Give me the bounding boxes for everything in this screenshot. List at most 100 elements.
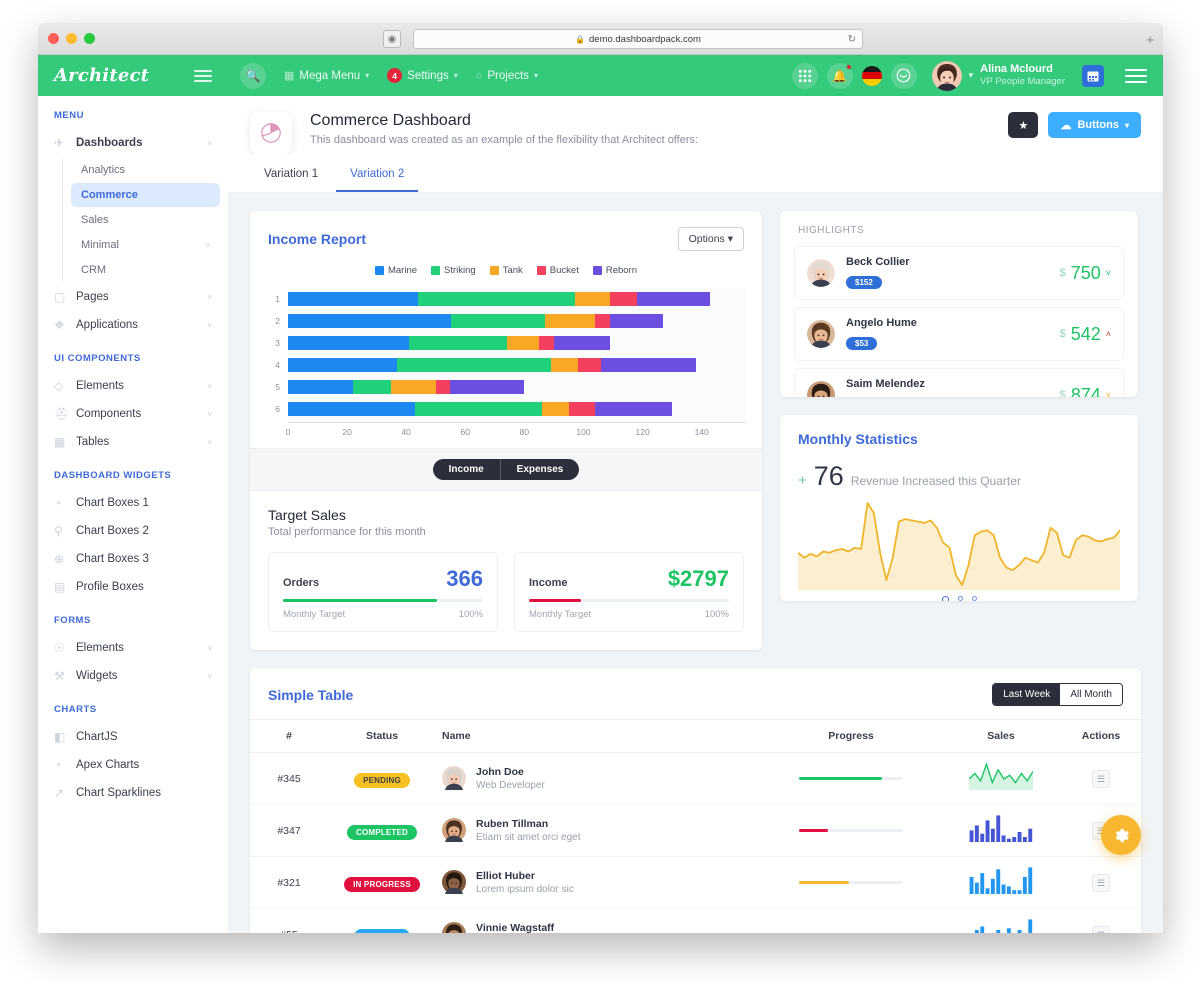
sidebar-item-apex-charts[interactable]: ◔ Apex Charts	[46, 751, 220, 779]
maximize-window-button[interactable]	[84, 33, 95, 44]
sidebar-item-pages[interactable]: ▢ Pages ˅	[46, 283, 220, 311]
page-subtitle: This dashboard was created as an example…	[310, 134, 699, 146]
smiley-icon[interactable]	[890, 62, 917, 89]
carousel-dots[interactable]	[798, 596, 1120, 601]
x-axis-tick: 20	[342, 427, 352, 437]
sidebar-item-chart-boxes-2[interactable]: ⚲ Chart Boxes 2	[46, 517, 220, 545]
legend-item-bucket[interactable]: Bucket	[536, 265, 579, 276]
avatar	[442, 766, 466, 791]
sidebar-item-tables[interactable]: ▦ Tables ˅	[46, 428, 220, 456]
sidebar-group-title: MENU	[54, 110, 84, 121]
address-bar[interactable]: 🔒 demo.dashboardpack.com ↻	[413, 29, 863, 49]
row-sales-cell	[941, 752, 1061, 805]
table-row[interactable]: #347 COMPLETED Ruben Tillman Etiam sit amet…	[250, 804, 1141, 857]
highlights-heading: HIGHLIGHTS	[798, 225, 865, 236]
main-menu-toggle[interactable]	[1125, 68, 1147, 83]
bell-icon[interactable]: 🔔	[826, 62, 853, 89]
reload-icon[interactable]: ↻	[848, 34, 856, 45]
close-window-button[interactable]	[48, 33, 59, 44]
sidebar-item-chart-sparklines[interactable]: ↗ Chart Sparklines	[46, 779, 220, 807]
sidebar-item-dashboards[interactable]: ✈ Dashboards ˄	[46, 129, 220, 157]
sidebar-item-widgets[interactable]: ⚒ Widgets ˅	[46, 662, 220, 690]
search-icon[interactable]: 🔍	[240, 62, 266, 89]
chevron-down-icon: ˅	[207, 671, 212, 681]
legend-swatch	[592, 266, 602, 275]
table-row[interactable]: #321 IN PROGRESS Elliot Huber Lorem ipsum d…	[250, 856, 1141, 909]
chart-bars: 1 2 3 4 5 6	[266, 288, 746, 420]
sidebar-collapse-button[interactable]	[194, 69, 212, 82]
currency-symbol: $	[1059, 389, 1066, 397]
highlight-item[interactable]: Beck Collier $152 $750 ˅	[794, 246, 1124, 300]
carousel-dot[interactable]	[957, 596, 963, 601]
buttons-dropdown[interactable]: ☁ Buttons ▾	[1048, 112, 1141, 138]
sidebar-item-analytics[interactable]: Analytics	[71, 158, 220, 182]
page-header: Commerce Dashboard This dashboard was cr…	[228, 96, 1163, 154]
expenses-pill[interactable]: Expenses	[499, 459, 580, 480]
sidebar-item-sales[interactable]: Sales	[71, 208, 220, 232]
monthly-statistics-value-row: + 76 Revenue Increased this Quarter	[798, 461, 1120, 492]
row-status-cell: COMPLETED	[328, 804, 436, 857]
bar-segment-striking	[450, 314, 546, 328]
plus-icon: +	[798, 472, 807, 489]
simple-table: # Status Name Progress Sales Actions #345 PEND…	[250, 719, 1141, 933]
bar-segment-marine	[288, 402, 416, 416]
highlight-item[interactable]: Saim Melendez$239 $874 ˅	[794, 368, 1124, 397]
row-actions-cell: ☰	[1061, 752, 1141, 805]
progress-fill	[799, 777, 883, 780]
row-progress-cell	[761, 908, 941, 933]
window-traffic-lights[interactable]	[48, 33, 95, 44]
highlight-item[interactable]: Angelo Hume $53 $542 ˄	[794, 307, 1124, 361]
row-status-cell: IN PROGRESS	[328, 856, 436, 909]
calendar-icon[interactable]	[1082, 64, 1104, 87]
settings-fab[interactable]	[1101, 815, 1141, 855]
trend-arrow-icon: ˄	[1105, 329, 1111, 339]
topnav-item-mega-menu[interactable]: ▦ Mega Menu ▾	[284, 69, 369, 83]
income-options-button[interactable]: Options ▾	[677, 227, 744, 251]
carousel-dot[interactable]	[941, 596, 949, 601]
minimize-window-button[interactable]	[66, 33, 77, 44]
legend-item-tank[interactable]: Tank	[489, 265, 523, 276]
legend-item-striking[interactable]: Striking	[431, 265, 476, 276]
sidebar-item-commerce[interactable]: Commerce	[71, 183, 220, 207]
sidebar-item-label: Applications	[76, 319, 139, 331]
sidebar-item-elements[interactable]: ☉ Elements ˅	[46, 634, 220, 662]
row-menu-icon[interactable]: ☰	[1092, 926, 1110, 933]
tab-variation-1[interactable]: Variation 1	[250, 154, 332, 192]
legend-item-marine[interactable]: Marine	[374, 265, 417, 276]
apps-grid-icon[interactable]	[791, 62, 818, 89]
sidebar-item-components[interactable]: ⛑ Components ˅	[46, 400, 220, 428]
star-icon[interactable]: ★	[1008, 112, 1039, 138]
income-pill[interactable]: Income	[433, 459, 500, 480]
row-menu-icon[interactable]: ☰	[1092, 770, 1110, 789]
bar-segment-bucket	[577, 358, 602, 372]
topnav-item-projects[interactable]: ○ Projects ▾	[476, 70, 538, 82]
sidebar-item-chart-boxes-1[interactable]: ◔ Chart Boxes 1	[46, 489, 220, 517]
table-row[interactable]: #55 ON HOLD Vinnie WagstaffUI Designer ☰	[250, 908, 1141, 933]
legend-item-reborn[interactable]: Reborn	[592, 265, 637, 276]
user-menu[interactable]: ▾ Alina Mclourd VP People Manager	[931, 60, 1065, 91]
table-row[interactable]: #345 PENDING John Doe Web Developer ☰	[250, 752, 1141, 805]
sidebar-item-profile-boxes[interactable]: ▤ Profile Boxes	[46, 573, 220, 601]
sidebar-item-applications[interactable]: ❖ Applications ˅	[46, 311, 220, 339]
sidebar-item-label: ChartJS	[76, 731, 118, 743]
row-menu-icon[interactable]: ☰	[1092, 874, 1110, 893]
metric-name: Orders	[283, 577, 320, 589]
tab-variation-2[interactable]: Variation 2	[336, 154, 419, 192]
row-actions-cell: ☰	[1061, 856, 1141, 909]
carousel-dot[interactable]	[971, 596, 977, 601]
sidebar-item-crm[interactable]: CRM	[71, 258, 220, 282]
sidebar-group-title: CHARTS	[54, 704, 97, 715]
table-range-last-week[interactable]: Last Week	[993, 684, 1061, 705]
shield-icon[interactable]: ◉	[383, 30, 401, 48]
sidebar-item-elements[interactable]: ◇ Elements ˅	[46, 372, 220, 400]
sidebar: Architect MENU ✈ Dashboards ˄ Analytics Comme…	[38, 55, 228, 933]
topnav-item-settings[interactable]: 4 Settings ▾	[387, 68, 458, 83]
table-range-all-month[interactable]: All Month	[1060, 684, 1122, 705]
trend-arrow-icon: ˅	[1105, 268, 1111, 278]
chevron-down-icon: ˅	[207, 409, 212, 419]
sidebar-item-chartjs[interactable]: ◧ ChartJS	[46, 723, 220, 751]
new-tab-button[interactable]: +	[1146, 32, 1154, 47]
sidebar-item-chart-boxes-3[interactable]: ⊕ Chart Boxes 3	[46, 545, 220, 573]
flag-de-icon[interactable]	[861, 65, 882, 86]
sidebar-item-minimal[interactable]: Minimal ˅	[71, 233, 220, 257]
